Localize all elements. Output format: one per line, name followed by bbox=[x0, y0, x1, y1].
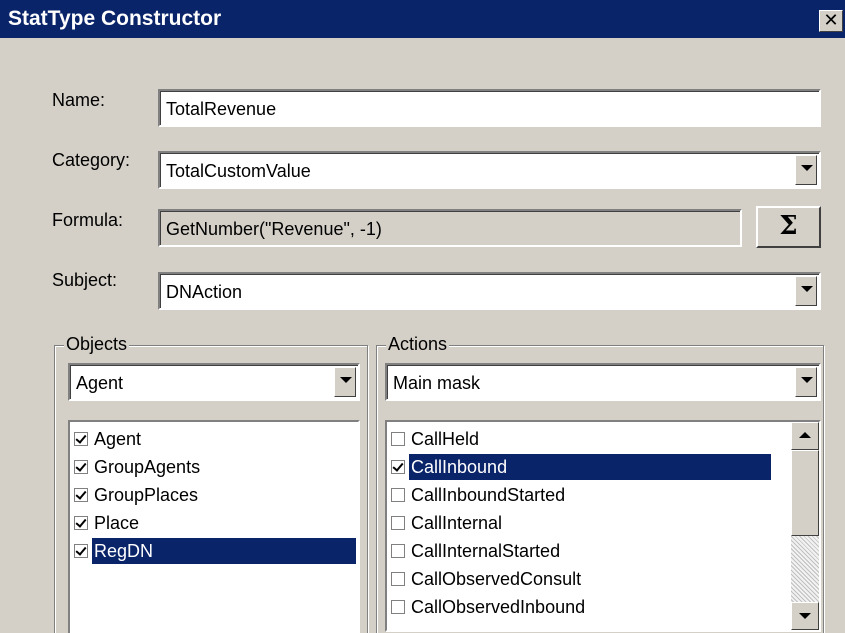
formula-field[interactable]: GetNumber("Revenue", -1) bbox=[158, 209, 742, 247]
objects-group-label: Objects bbox=[64, 334, 130, 354]
checkbox-checked[interactable] bbox=[74, 544, 88, 558]
checkbox-unchecked[interactable] bbox=[391, 600, 405, 614]
objects-list[interactable]: Agent GroupAgents GroupPlaces Place RegD… bbox=[68, 420, 360, 633]
actions-list[interactable]: CallHeld CallInbound CallInboundStarted … bbox=[385, 420, 821, 632]
actions-list-item[interactable]: CallHeld bbox=[391, 425, 481, 453]
formula-label: Formula: bbox=[52, 210, 124, 230]
category-dropdown[interactable]: TotalCustomValue bbox=[158, 151, 821, 189]
checkbox-checked[interactable] bbox=[74, 488, 88, 502]
formula-builder-button[interactable]: Σ bbox=[756, 206, 821, 248]
subject-dropdown-button[interactable] bbox=[795, 276, 817, 306]
objects-list-item[interactable]: GroupPlaces bbox=[74, 481, 200, 509]
objects-list-item-selected[interactable]: RegDN bbox=[74, 537, 356, 565]
checkbox-checked[interactable] bbox=[74, 460, 88, 474]
statype-constructor-window: StatType Constructor ✕ Name: TotalRevenu… bbox=[0, 0, 845, 633]
actions-group-label: Actions bbox=[386, 334, 450, 354]
checkbox-checked[interactable] bbox=[74, 432, 88, 446]
arrow-down-icon bbox=[799, 613, 811, 619]
checkbox-unchecked[interactable] bbox=[391, 544, 405, 558]
title-bar: StatType Constructor ✕ bbox=[0, 0, 845, 38]
actions-dropdown[interactable]: Main mask bbox=[385, 363, 821, 401]
subject-value: DNAction bbox=[166, 282, 243, 302]
scroll-up-button[interactable] bbox=[791, 422, 819, 450]
arrow-up-icon bbox=[799, 432, 811, 438]
checkbox-checked[interactable] bbox=[391, 460, 405, 474]
close-icon: ✕ bbox=[823, 10, 839, 30]
objects-dropdown[interactable]: Agent bbox=[68, 363, 360, 401]
sigma-icon: Σ bbox=[779, 211, 798, 241]
formula-value: GetNumber("Revenue", -1) bbox=[166, 219, 382, 239]
category-value: TotalCustomValue bbox=[166, 161, 311, 181]
checkbox-checked[interactable] bbox=[74, 516, 88, 530]
chevron-down-icon bbox=[801, 286, 813, 292]
name-label: Name: bbox=[52, 90, 106, 110]
window-title: StatType Constructor bbox=[8, 7, 222, 30]
objects-dropdown-value: Agent bbox=[76, 373, 124, 393]
actions-list-item[interactable]: CallInternalStarted bbox=[391, 537, 562, 565]
actions-list-item[interactable]: CallInternal bbox=[391, 509, 504, 537]
chevron-down-icon bbox=[801, 165, 813, 171]
actions-dropdown-value: Main mask bbox=[393, 373, 481, 393]
subject-dropdown[interactable]: DNAction bbox=[158, 272, 821, 310]
scroll-thumb[interactable] bbox=[791, 450, 819, 536]
actions-list-item[interactable]: CallObservedConsult bbox=[391, 565, 583, 593]
objects-list-item[interactable]: Agent bbox=[74, 425, 143, 453]
scroll-down-button[interactable] bbox=[791, 602, 819, 630]
category-dropdown-button[interactable] bbox=[795, 155, 817, 185]
actions-list-item[interactable]: CallInboundStarted bbox=[391, 481, 567, 509]
objects-list-item[interactable]: Place bbox=[74, 509, 141, 537]
name-input[interactable]: TotalRevenue bbox=[158, 89, 821, 127]
chevron-down-icon bbox=[340, 377, 352, 383]
chevron-down-icon bbox=[801, 377, 813, 383]
checkbox-unchecked[interactable] bbox=[391, 432, 405, 446]
checkbox-unchecked[interactable] bbox=[391, 488, 405, 502]
actions-list-item-selected[interactable]: CallInbound bbox=[391, 453, 771, 481]
actions-scrollbar[interactable] bbox=[791, 422, 819, 630]
close-button[interactable]: ✕ bbox=[819, 10, 843, 32]
checkbox-unchecked[interactable] bbox=[391, 516, 405, 530]
objects-list-item[interactable]: GroupAgents bbox=[74, 453, 202, 481]
name-value: TotalRevenue bbox=[166, 99, 277, 119]
category-label: Category: bbox=[52, 150, 131, 170]
actions-list-item[interactable]: CallObservedInbound bbox=[391, 593, 587, 621]
checkbox-unchecked[interactable] bbox=[391, 572, 405, 586]
subject-label: Subject: bbox=[52, 270, 118, 290]
actions-dropdown-button[interactable] bbox=[795, 367, 817, 397]
objects-dropdown-button[interactable] bbox=[334, 367, 356, 397]
